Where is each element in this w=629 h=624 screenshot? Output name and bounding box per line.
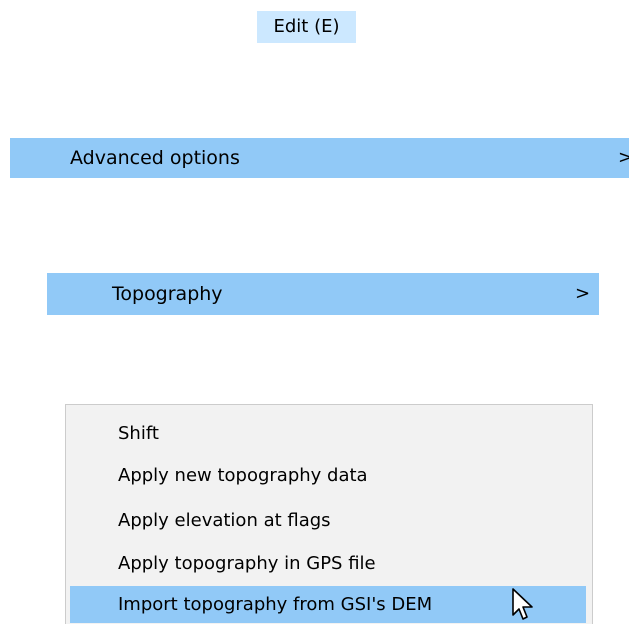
menu-item-advanced-options[interactable]: Advanced options > (10, 138, 629, 178)
menu-item-import-topography-from-gsi-dem[interactable]: Import topography from GSI's DEM (70, 586, 586, 623)
menu-edit[interactable]: Edit (E) (257, 11, 356, 43)
menu-item-shift-label: Shift (118, 423, 159, 444)
menu-item-apply-topography-in-gps-file[interactable]: Apply topography in GPS file (70, 545, 586, 582)
menu-item-apply-new-topography-data[interactable]: Apply new topography data (70, 457, 586, 494)
menu-item-topography[interactable]: Topography > (47, 273, 599, 315)
chevron-right-icon: > (618, 147, 629, 168)
mouse-pointer-icon (512, 588, 533, 620)
menu-item-import-topography-from-gsi-dem-label: Import topography from GSI's DEM (118, 594, 433, 615)
menu-item-topography-label: Topography (112, 283, 223, 305)
menu-item-apply-new-topography-data-label: Apply new topography data (118, 465, 368, 486)
menu-edit-label: Edit (E) (273, 16, 340, 37)
menu-item-shift[interactable]: Shift (70, 415, 586, 452)
chevron-right-icon: > (575, 283, 591, 304)
menu-item-apply-elevation-at-flags[interactable]: Apply elevation at flags (70, 502, 586, 539)
menu-item-apply-elevation-at-flags-label: Apply elevation at flags (118, 510, 331, 531)
menu-item-apply-topography-in-gps-file-label: Apply topography in GPS file (118, 553, 376, 574)
menu-item-advanced-options-label: Advanced options (70, 147, 240, 169)
